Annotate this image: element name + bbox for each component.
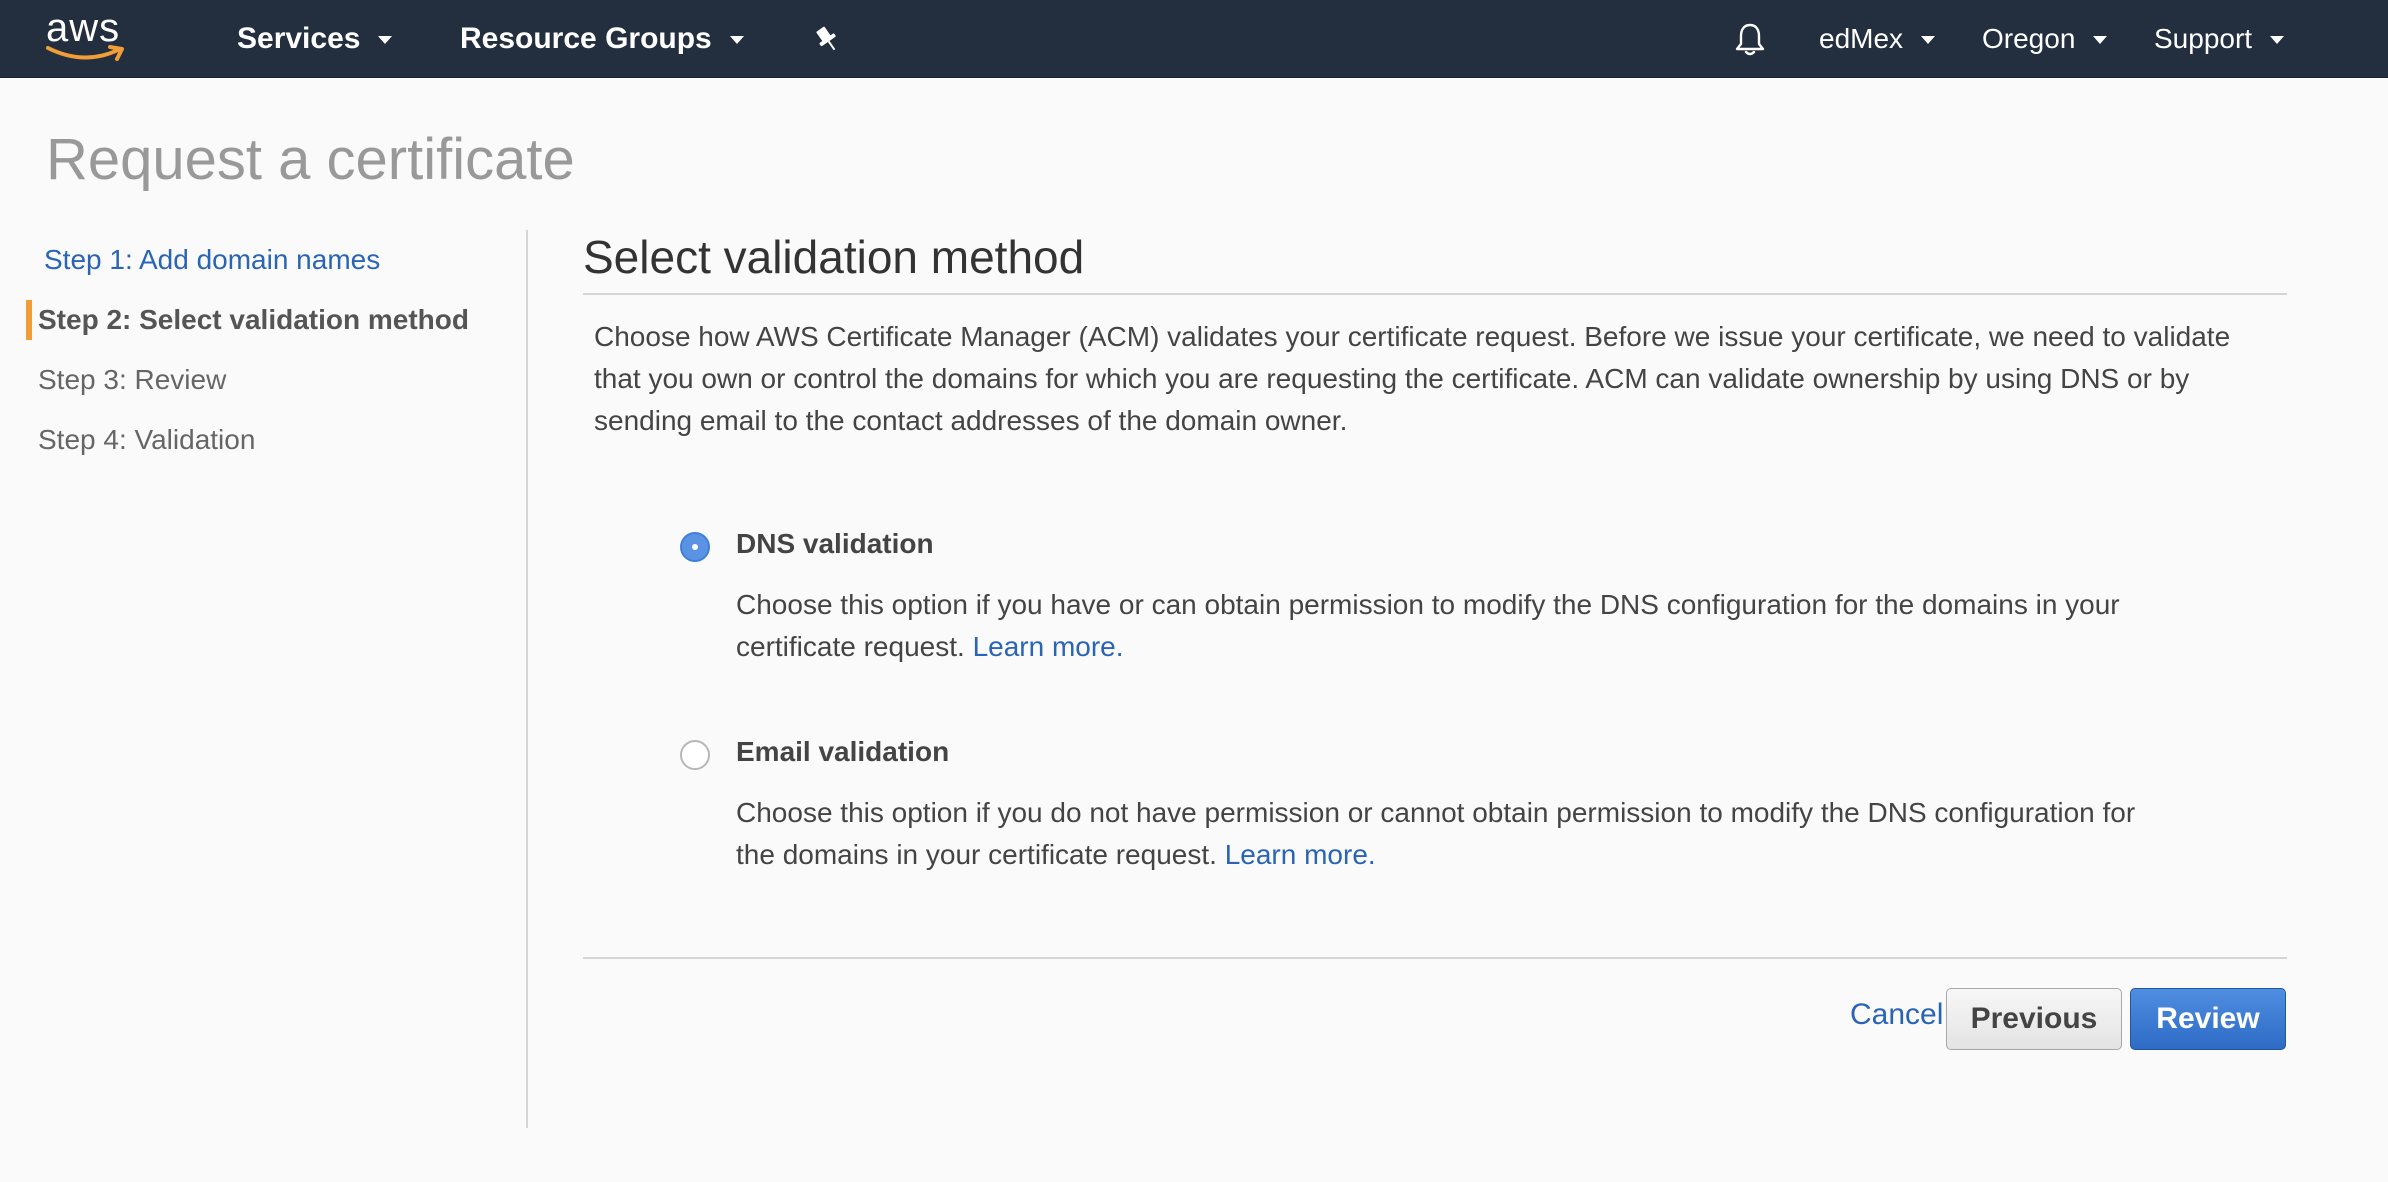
dns-validation-description: Choose this option if you have or can ob… bbox=[736, 584, 2136, 668]
wizard-steps-sidebar: Step 1: Add domain names Step 2: Select … bbox=[0, 230, 528, 1128]
top-navigation-bar: aws Services Resource Groups edMex Orego… bbox=[0, 0, 2388, 78]
region-label: Oregon bbox=[1982, 23, 2076, 54]
step-add-domain-names[interactable]: Step 1: Add domain names bbox=[44, 244, 380, 276]
email-learn-more-link[interactable]: Learn more. bbox=[1225, 839, 1376, 870]
step-select-validation-method: Step 2: Select validation method bbox=[38, 304, 469, 335]
support-menu[interactable]: Support bbox=[2154, 0, 2285, 78]
account-menu[interactable]: edMex bbox=[1819, 0, 1936, 78]
dns-learn-more-link[interactable]: Learn more. bbox=[973, 631, 1124, 662]
email-validation-description-text: Choose this option if you do not have pe… bbox=[736, 797, 2136, 870]
account-label: edMex bbox=[1819, 23, 1904, 54]
dns-validation-title[interactable]: DNS validation bbox=[736, 528, 934, 560]
region-menu[interactable]: Oregon bbox=[1982, 0, 2108, 78]
email-validation-title[interactable]: Email validation bbox=[736, 736, 949, 768]
dns-validation-radio[interactable] bbox=[680, 532, 710, 562]
step-validation: Step 4: Validation bbox=[38, 424, 256, 455]
chevron-down-icon bbox=[2093, 36, 2108, 44]
chevron-down-icon bbox=[729, 36, 744, 44]
aws-smile-icon bbox=[46, 45, 124, 61]
chevron-down-icon bbox=[378, 36, 393, 44]
chevron-down-icon bbox=[1921, 36, 1936, 44]
review-button[interactable]: Review bbox=[2130, 988, 2286, 1050]
services-label: Services bbox=[237, 22, 361, 55]
notifications-button[interactable] bbox=[1730, 0, 1770, 78]
cancel-link[interactable]: Cancel bbox=[1850, 998, 1943, 1032]
bell-icon bbox=[1735, 23, 1765, 56]
pin-button[interactable] bbox=[812, 0, 842, 78]
page-title: Request a certificate bbox=[46, 127, 575, 192]
resource-groups-menu[interactable]: Resource Groups bbox=[460, 0, 744, 78]
support-label: Support bbox=[2154, 23, 2253, 54]
intro-text: Choose how AWS Certificate Manager (ACM)… bbox=[594, 321, 2231, 436]
section-title: Select validation method bbox=[583, 231, 1085, 283]
active-step-marker bbox=[26, 300, 32, 340]
services-menu[interactable]: Services bbox=[237, 0, 393, 78]
divider bbox=[583, 293, 2287, 295]
email-validation-radio[interactable] bbox=[680, 740, 710, 770]
step-review: Step 3: Review bbox=[38, 364, 227, 395]
previous-button[interactable]: Previous bbox=[1946, 988, 2122, 1050]
dns-validation-description-text: Choose this option if you have or can ob… bbox=[736, 589, 2120, 662]
email-validation-description: Choose this option if you do not have pe… bbox=[736, 792, 2136, 876]
divider bbox=[583, 957, 2287, 959]
chevron-down-icon bbox=[2270, 36, 2285, 44]
pin-icon bbox=[816, 26, 836, 51]
resource-groups-label: Resource Groups bbox=[460, 22, 712, 55]
aws-logo[interactable]: aws bbox=[44, 6, 132, 68]
